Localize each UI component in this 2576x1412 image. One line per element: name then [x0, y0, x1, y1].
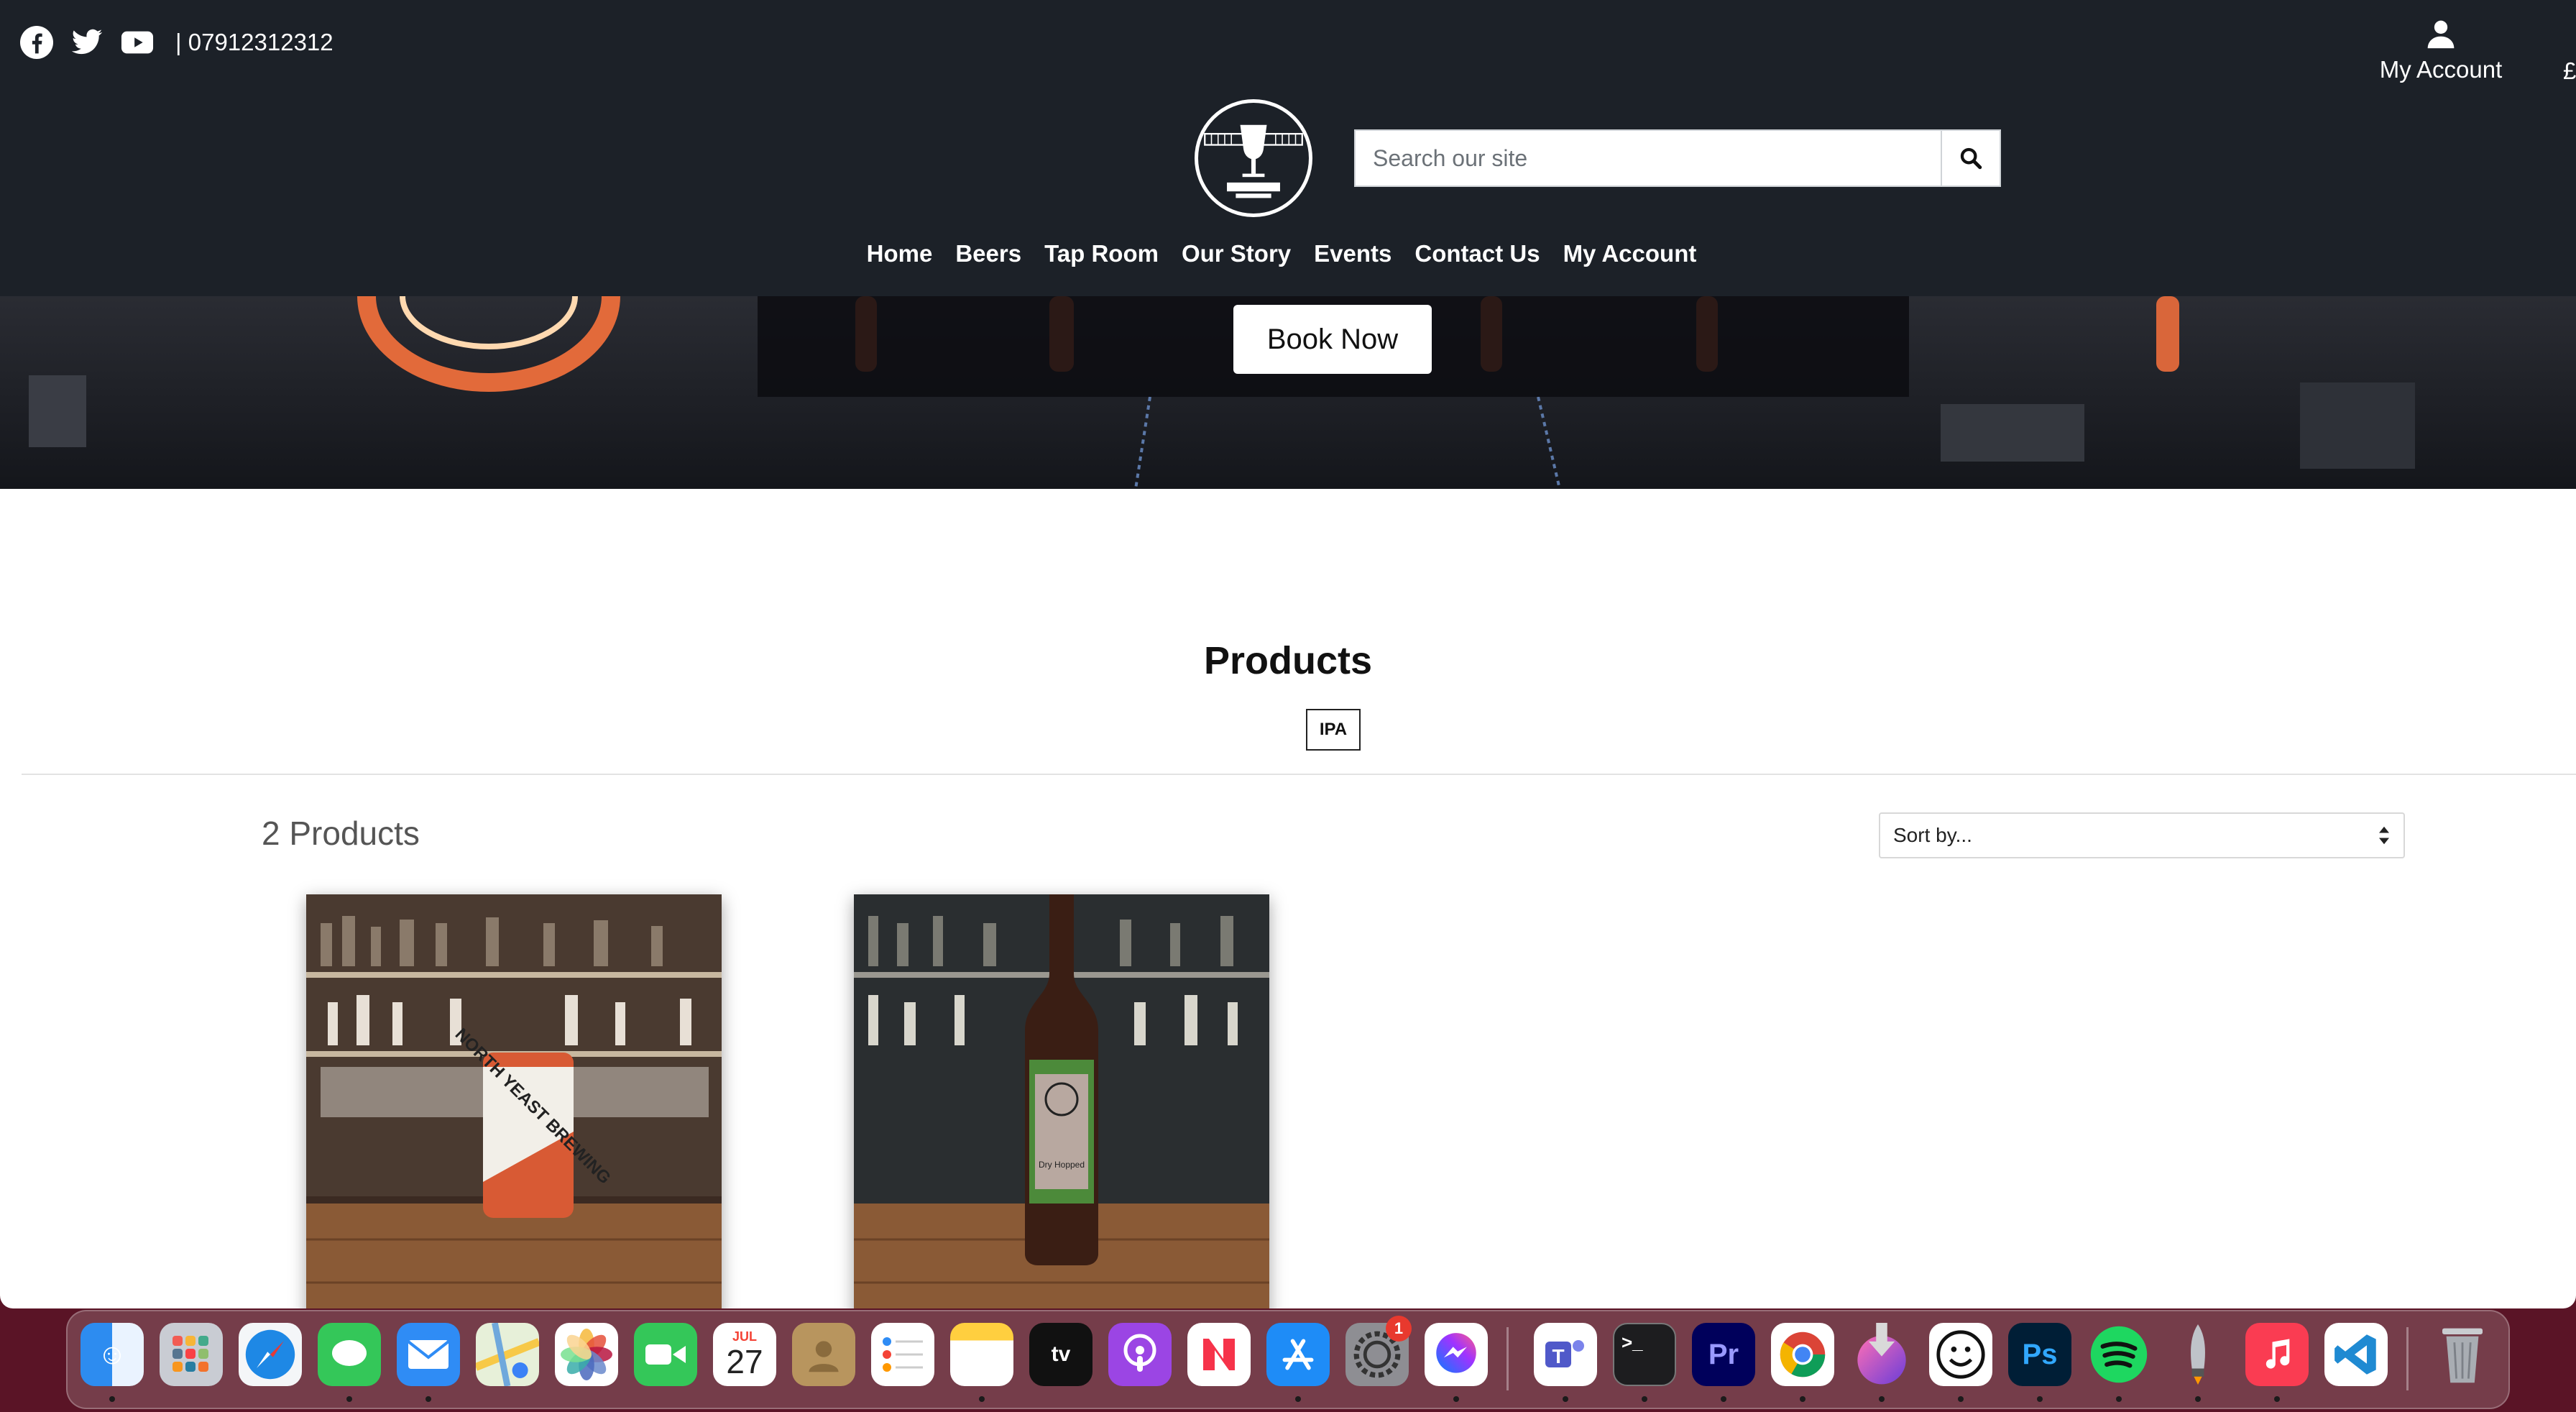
site-header: | 07912312312 My Account £ Search our si… [0, 0, 2576, 296]
divider [22, 774, 2576, 775]
running-indicator [1453, 1396, 1459, 1402]
phone-number: | 07912312312 [175, 29, 334, 55]
my-account-link[interactable]: My Account [2376, 17, 2506, 83]
search-input[interactable] [1356, 131, 1941, 185]
bottle-label: Dry Hopped [1039, 1160, 1085, 1170]
brewery-logo[interactable] [1195, 99, 1312, 217]
photoshop-icon[interactable]: Ps [2008, 1323, 2071, 1386]
photos-icon[interactable] [555, 1323, 618, 1386]
nav-beers[interactable]: Beers [955, 240, 1021, 267]
appletv-icon[interactable]: tv [1029, 1323, 1092, 1386]
messenger-icon[interactable] [1425, 1323, 1488, 1386]
twitter-icon[interactable] [70, 26, 104, 59]
calendar-month: JUL [732, 1329, 757, 1344]
main-nav: Home Beers Tap Room Our Story Events Con… [0, 240, 2576, 267]
sort-select-value: Sort by... [1893, 824, 1972, 846]
product-image-bottle: Dry Hopped [854, 894, 1269, 1308]
nav-our-story[interactable]: Our Story [1182, 240, 1291, 267]
running-indicator [1642, 1396, 1647, 1402]
reminders-icon[interactable] [871, 1323, 934, 1386]
running-indicator [979, 1396, 985, 1402]
youtube-icon[interactable] [121, 26, 154, 59]
running-indicator [1721, 1396, 1726, 1402]
nav-my-account[interactable]: My Account [1563, 240, 1697, 267]
search-bar [1354, 129, 2001, 187]
running-indicator [109, 1396, 115, 1402]
maps-icon[interactable] [476, 1323, 539, 1386]
vscode-icon[interactable] [2324, 1323, 2388, 1386]
running-indicator [426, 1396, 431, 1402]
search-button[interactable] [1941, 131, 2000, 185]
nav-contact-us[interactable]: Contact Us [1414, 240, 1540, 267]
terminal-icon[interactable]: >_ [1613, 1323, 1676, 1386]
svg-text:T: T [1552, 1345, 1564, 1367]
sort-arrows-icon [2379, 826, 2389, 845]
rocket-icon[interactable] [2166, 1323, 2230, 1386]
my-account-label: My Account [2379, 56, 2503, 83]
dock-separator [1506, 1327, 1509, 1390]
mail-icon[interactable] [397, 1323, 460, 1386]
macos-dock: ☺ JUL 27 tv 1 T >_ Pr Ps [66, 1310, 2510, 1409]
dock-separator [2406, 1327, 2409, 1390]
contacts-icon[interactable] [792, 1323, 855, 1386]
nav-events[interactable]: Events [1314, 240, 1392, 267]
user-icon [2427, 20, 2455, 49]
sort-select[interactable]: Sort by... [1879, 812, 2405, 858]
downloads-icon[interactable] [1850, 1323, 1913, 1386]
running-indicator [1879, 1396, 1885, 1402]
finder-icon[interactable]: ☺ [80, 1323, 144, 1386]
appstore-icon[interactable] [1266, 1323, 1330, 1386]
running-indicator [2116, 1396, 2122, 1402]
facebook-icon[interactable] [20, 26, 53, 59]
teams-icon[interactable]: T [1534, 1323, 1597, 1386]
launchpad-icon[interactable] [160, 1323, 223, 1386]
emoji-icon[interactable] [1929, 1323, 1992, 1386]
nav-tap-room[interactable]: Tap Room [1044, 240, 1159, 267]
filter-tag-ipa[interactable]: IPA [1306, 709, 1361, 751]
social-bar: | 07912312312 [20, 26, 334, 59]
running-indicator [2195, 1396, 2201, 1402]
music-icon[interactable] [2245, 1323, 2309, 1386]
messages-icon[interactable] [318, 1323, 381, 1386]
news-icon[interactable] [1187, 1323, 1251, 1386]
calendar-icon[interactable]: JUL 27 [713, 1323, 776, 1386]
spotify-icon[interactable] [2087, 1323, 2150, 1386]
running-indicator [2274, 1396, 2280, 1402]
book-now-button[interactable]: Book Now [1233, 305, 1432, 374]
product-card[interactable]: Dry Hopped [854, 894, 1269, 1308]
product-card[interactable]: NORTH YEAST BREWING [306, 894, 722, 1308]
running-indicator [1958, 1396, 1964, 1402]
facetime-icon[interactable] [634, 1323, 697, 1386]
running-indicator [2037, 1396, 2043, 1402]
calendar-day: 27 [726, 1343, 763, 1380]
running-indicator [1295, 1396, 1301, 1402]
premiere-icon[interactable]: Pr [1692, 1323, 1755, 1386]
running-indicator [1800, 1396, 1806, 1402]
safari-icon[interactable] [239, 1323, 302, 1386]
browser-viewport: | 07912312312 My Account £ Search our si… [0, 0, 2576, 1308]
chrome-icon[interactable] [1771, 1323, 1834, 1386]
page-title: Products [1203, 639, 1373, 682]
running-indicator [1563, 1396, 1568, 1402]
hero-banner: Book Now [0, 296, 2576, 489]
trash-icon[interactable] [2431, 1323, 2494, 1386]
running-indicator [346, 1396, 352, 1402]
notification-badge: 1 [1386, 1316, 1412, 1342]
search-icon [1960, 147, 1982, 170]
product-count: 2 Products [262, 815, 420, 852]
product-image-can: NORTH YEAST BREWING [306, 894, 722, 1308]
podcasts-icon[interactable] [1108, 1323, 1172, 1386]
nav-home[interactable]: Home [867, 240, 933, 267]
notes-icon[interactable] [950, 1323, 1013, 1386]
currency-symbol[interactable]: £ [2563, 58, 2576, 85]
